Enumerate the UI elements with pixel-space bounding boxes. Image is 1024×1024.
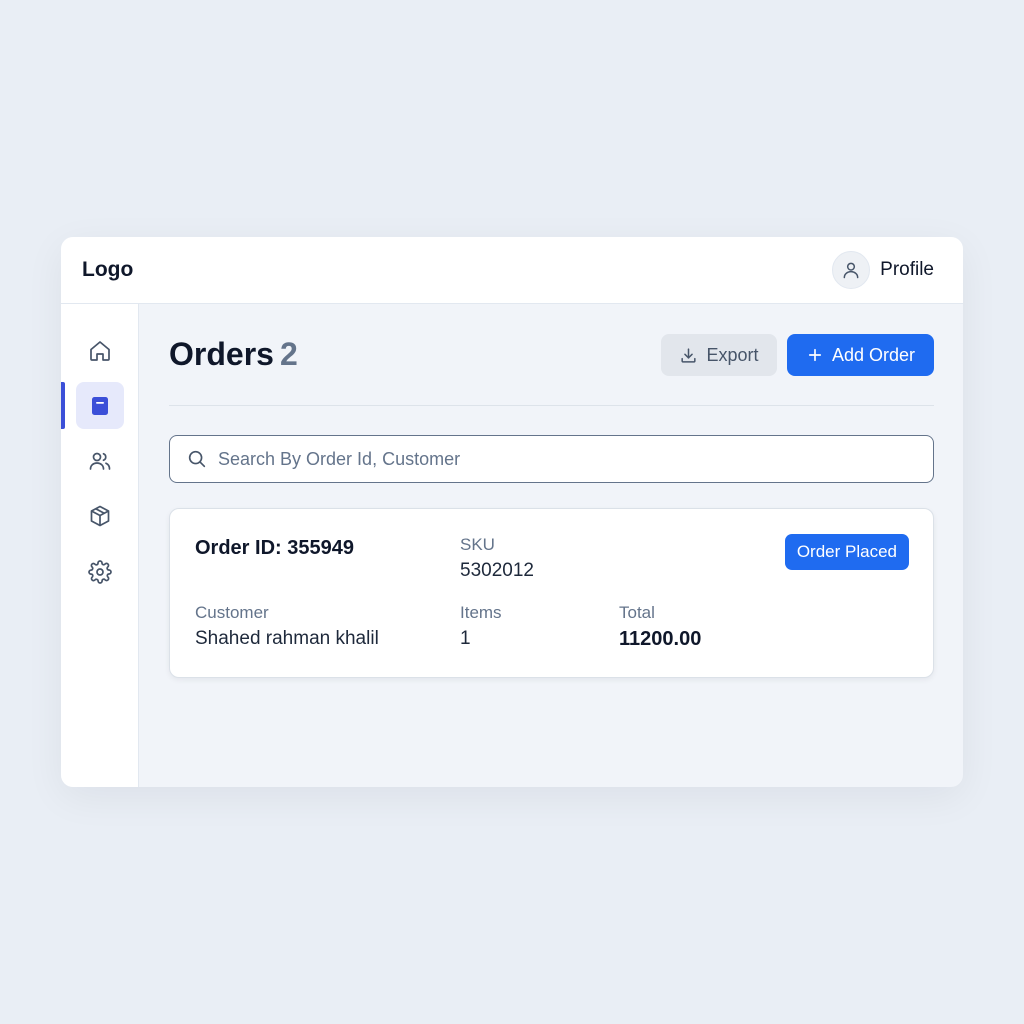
items-label: Items <box>460 603 502 622</box>
add-order-button[interactable]: Add Order <box>787 334 934 376</box>
sidebar-item-products[interactable] <box>76 492 124 539</box>
header-divider <box>169 405 934 406</box>
logo[interactable]: Logo <box>82 258 133 282</box>
total-amount: 11200.00 <box>619 628 702 650</box>
plus-icon <box>808 348 822 362</box>
profile-label: Profile <box>880 259 934 280</box>
sidebar-item-settings[interactable] <box>76 548 124 595</box>
status-badge: Order Placed <box>784 534 909 570</box>
add-order-label: Add Order <box>831 344 916 365</box>
search-box[interactable] <box>169 435 934 483</box>
order-id: Order ID: 355949 <box>195 537 354 559</box>
sidebar-item-home[interactable] <box>76 327 124 374</box>
users-icon <box>89 452 111 470</box>
orders-icon <box>92 396 108 415</box>
sku-value: 5302012 <box>460 560 534 581</box>
home-icon <box>90 340 110 361</box>
sku-label: SKU <box>460 535 495 554</box>
order-card[interactable]: Order ID: 355949 SKU 5302012 Order Place… <box>169 508 934 678</box>
gear-icon <box>88 559 112 584</box>
page-title-text: Orders <box>169 336 274 372</box>
customer-label: Customer <box>195 603 269 622</box>
total-label: Total <box>619 603 655 622</box>
export-button[interactable]: Export <box>661 334 777 376</box>
sidebar <box>61 304 139 787</box>
customer-name: Shahed rahman khalil <box>195 628 379 649</box>
export-label: Export <box>706 344 759 365</box>
profile-menu[interactable]: Profile <box>832 251 934 289</box>
search-icon <box>188 450 206 468</box>
user-avatar-icon <box>832 251 871 289</box>
box-icon <box>90 505 110 526</box>
download-icon <box>681 347 697 363</box>
app-window: Logo Profile Orders 2 Export Add Order S… <box>61 237 963 787</box>
sidebar-item-customers[interactable] <box>76 437 124 484</box>
page-title: Orders 2 <box>169 336 298 373</box>
order-count: 2 <box>279 336 298 372</box>
sidebar-item-orders[interactable] <box>76 382 124 429</box>
items-count: 1 <box>460 628 471 649</box>
active-nav-indicator <box>61 382 65 429</box>
top-bar: Logo Profile <box>61 237 963 304</box>
search-input[interactable] <box>218 448 898 470</box>
